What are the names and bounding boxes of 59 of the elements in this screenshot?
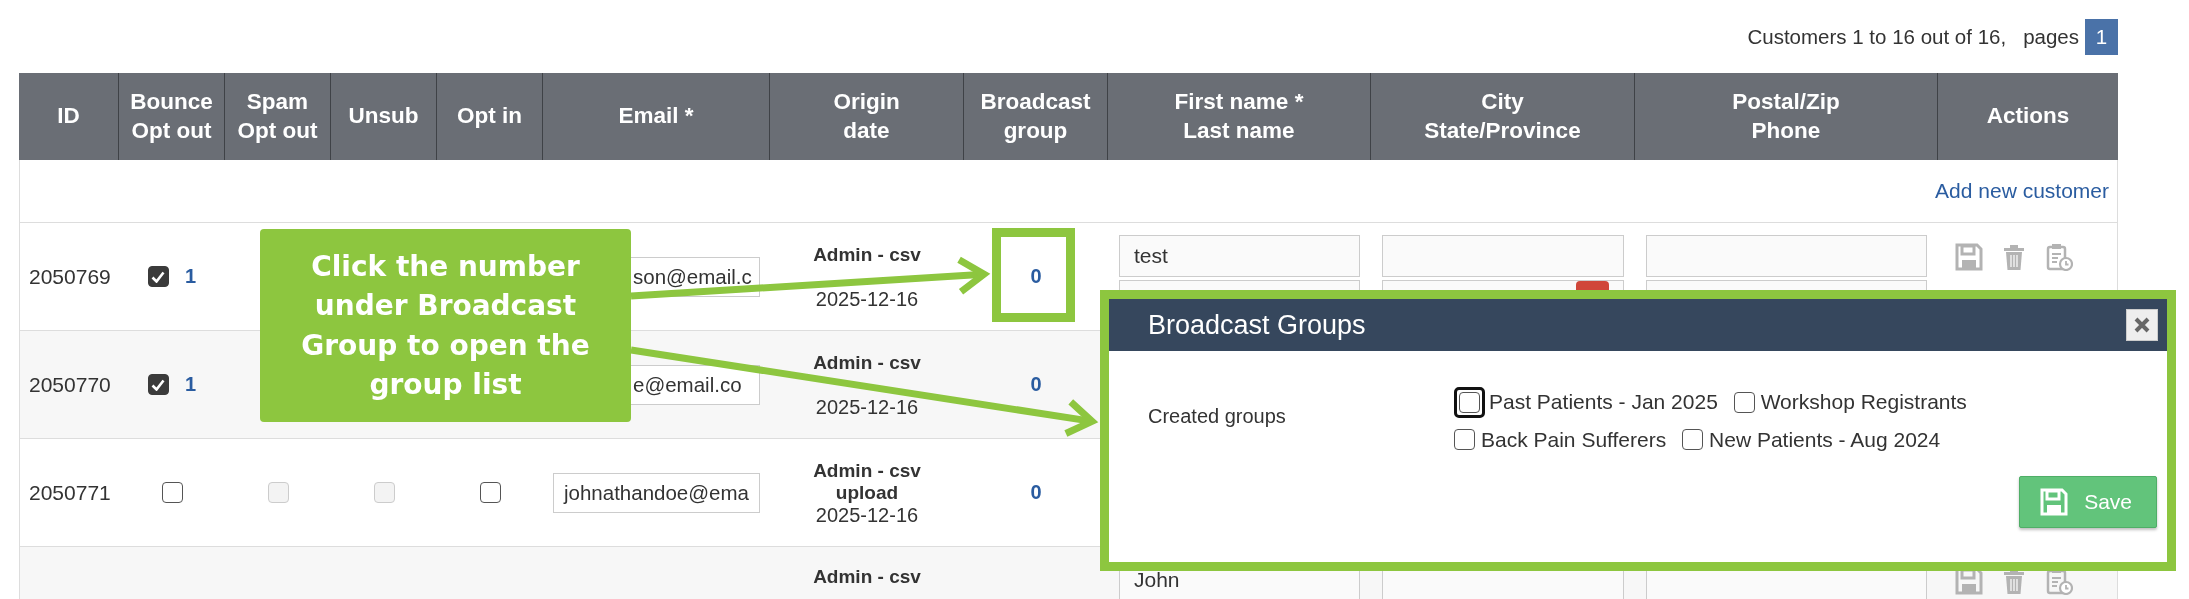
trash-icon[interactable]: [2001, 243, 2027, 271]
text-field[interactable]: test: [1119, 235, 1360, 277]
customer-id: 2050771: [29, 480, 111, 505]
email-field[interactable]: e@email.co: [631, 364, 760, 405]
column-header: ID: [56, 102, 81, 131]
pages-label: pages: [2023, 24, 2079, 49]
column-header: Actions: [1937, 73, 2118, 160]
customer-id: 2050770: [29, 372, 111, 397]
clipboard-clock-icon[interactable]: [2045, 243, 2073, 271]
origin-source: Admin - csv: [813, 566, 921, 588]
column-header: First name * Last name: [1107, 73, 1370, 160]
origin-source: Admin - csv: [813, 459, 921, 482]
origin-date: 2025-12-16: [815, 503, 919, 526]
close-button[interactable]: [2126, 309, 2158, 341]
bounce-count-link[interactable]: 1: [184, 265, 197, 288]
checkbox[interactable]: [1454, 429, 1475, 450]
broadcast-group-link[interactable]: 0: [1030, 265, 1042, 288]
group-label[interactable]: Workshop Registrants: [1760, 385, 1967, 419]
check-icon: [151, 270, 166, 283]
origin-date: 2025-12-16: [815, 395, 919, 418]
column-header: Postal/Zip Phone: [1634, 73, 1937, 160]
column-header: Bounce Opt out: [118, 73, 224, 160]
bounce-count-link[interactable]: 1: [184, 373, 197, 396]
dialog-title: Broadcast Groups: [1148, 309, 1366, 341]
add-customer-link[interactable]: Add new customer: [1935, 179, 2109, 203]
column-header: Spam Opt out: [224, 73, 330, 160]
checkbox[interactable]: [1682, 429, 1704, 450]
checkbox[interactable]: [1733, 391, 1755, 413]
checkbox[interactable]: [147, 266, 169, 287]
group-label[interactable]: New Patients - Aug 2024: [1709, 422, 1941, 457]
checkbox[interactable]: [147, 374, 169, 395]
field-label: Created groups: [1148, 404, 1287, 429]
group-label[interactable]: Back Pain Sufferers: [1481, 422, 1667, 457]
origin-source: Admin - csv: [813, 351, 921, 374]
close-icon: [2133, 316, 2151, 334]
broadcast-group-link[interactable]: 0: [1030, 481, 1042, 504]
text-field[interactable]: [1646, 235, 1927, 277]
record-count: Customers 1 to 16 out of 16,: [1747, 24, 2007, 49]
save-icon[interactable]: [1955, 243, 1983, 271]
column-header: City State/Province: [1370, 73, 1634, 160]
email-field[interactable]: johnathandoe@ema: [553, 472, 760, 513]
check-icon: [151, 378, 166, 391]
checkbox[interactable]: [161, 482, 183, 503]
origin-source: Admin - csv: [813, 243, 921, 266]
checkbox[interactable]: [479, 482, 501, 503]
group-label[interactable]: Past Patients - Jan 2025: [1489, 385, 1718, 419]
column-header: Origin date: [769, 73, 963, 160]
customer-id: 2050769: [29, 264, 111, 289]
instruction-callout: Click the number under Broadcast Group to open the group list: [260, 229, 631, 422]
column-header: Broadcast group: [963, 73, 1107, 160]
text-field[interactable]: [1382, 235, 1624, 277]
column-header: Unsub: [330, 73, 436, 160]
origin-date: 2025-12-16: [815, 287, 919, 310]
page-button[interactable]: 1: [2085, 18, 2118, 55]
column-header: Opt in: [436, 73, 542, 160]
broadcast-group-link[interactable]: 0: [1030, 373, 1042, 396]
column-header: Email *: [542, 73, 769, 160]
origin-method: upload: [835, 481, 899, 504]
save-icon: [2040, 488, 2069, 516]
